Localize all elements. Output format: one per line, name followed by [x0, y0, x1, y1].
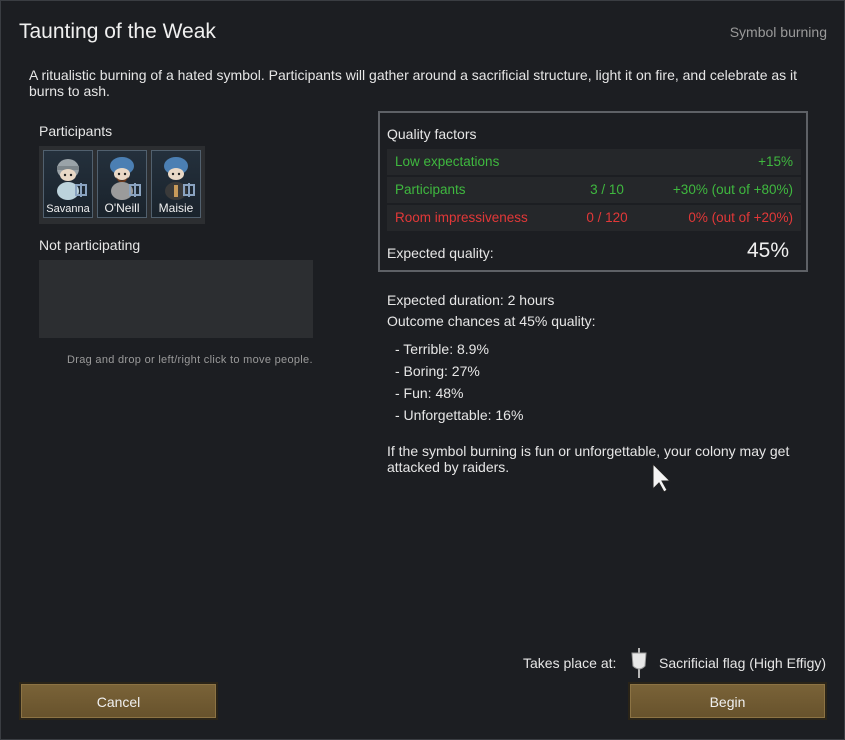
mouse-cursor-icon	[652, 463, 672, 493]
quality-row-room-impressiveness: Room impressiveness 0 / 120 0% (out of +…	[387, 205, 801, 231]
outcome-chance-fun: - Fun: 48%	[395, 385, 464, 401]
raid-warning: If the symbol burning is fun or unforget…	[387, 443, 790, 475]
sacrificial-flag-icon	[628, 648, 650, 685]
pawn-maisie[interactable]: Maisie	[151, 150, 201, 218]
quality-factor-count: 3 / 10	[590, 182, 624, 197]
drag-drop-hint: Drag and drop or left/right click to mov…	[67, 354, 313, 366]
pawn-savanna[interactable]: Savanna	[43, 150, 93, 218]
quality-factor-name: Participants	[395, 182, 466, 197]
not-participating-label: Not participating	[39, 237, 141, 253]
dialog-title: Taunting of the Weak	[19, 20, 216, 43]
quality-row-participants: Participants 3 / 10 +30% (out of +80%)	[387, 177, 801, 203]
pawn-portrait-helmet-icon	[57, 159, 87, 200]
quality-factors-header: Quality factors	[387, 126, 477, 142]
participants-list: Savanna O'Neill Maisie	[39, 146, 205, 224]
quality-factor-name: Room impressiveness	[395, 210, 528, 225]
pawn-name: Maisie	[158, 201, 194, 215]
quality-factor-count: 0 / 120	[586, 210, 628, 225]
expected-duration: Expected duration: 2 hours	[387, 292, 555, 308]
takes-place-label: Takes place at:	[523, 655, 617, 671]
begin-button[interactable]: Begin	[628, 682, 827, 720]
outcome-chance-boring: - Boring: 27%	[395, 363, 480, 379]
ritual-description: A ritualistic burning of a hated symbol.…	[29, 67, 798, 99]
quality-factor-value: +15%	[758, 154, 793, 169]
pawn-portrait-cap-icon	[164, 157, 195, 200]
outcome-chance-terrible: - Terrible: 8.9%	[395, 341, 489, 357]
outcome-chance-unforgettable: - Unforgettable: 16%	[395, 407, 524, 423]
outcome-chances-label: Outcome chances at 45% quality:	[387, 313, 596, 329]
pawn-oneill[interactable]: O'Neill	[97, 150, 147, 218]
quality-row-low-expectations: Low expectations +15%	[387, 149, 801, 175]
cancel-button[interactable]: Cancel	[19, 682, 218, 720]
ritual-type-label: Symbol burning	[729, 24, 827, 40]
participants-label: Participants	[39, 123, 113, 139]
pawn-portrait-cap-icon	[110, 157, 141, 200]
not-participating-list[interactable]	[39, 260, 313, 338]
quality-factor-name: Low expectations	[395, 154, 500, 169]
pawn-name: Savanna	[46, 203, 90, 215]
expected-quality-label: Expected quality:	[387, 245, 494, 261]
quality-factor-value: 0% (out of +20%)	[688, 210, 793, 225]
pawn-name: O'Neill	[104, 201, 140, 215]
ritual-dialog: Taunting of the Weak Symbol burning A ri…	[0, 0, 845, 740]
quality-factor-value: +30% (out of +80%)	[672, 182, 793, 197]
quality-factors-panel: Quality factors Low expectations +15% Pa…	[378, 111, 808, 272]
expected-quality-value: 45%	[746, 239, 789, 262]
location-target-name: Sacrificial flag (High Effigy)	[659, 655, 827, 671]
